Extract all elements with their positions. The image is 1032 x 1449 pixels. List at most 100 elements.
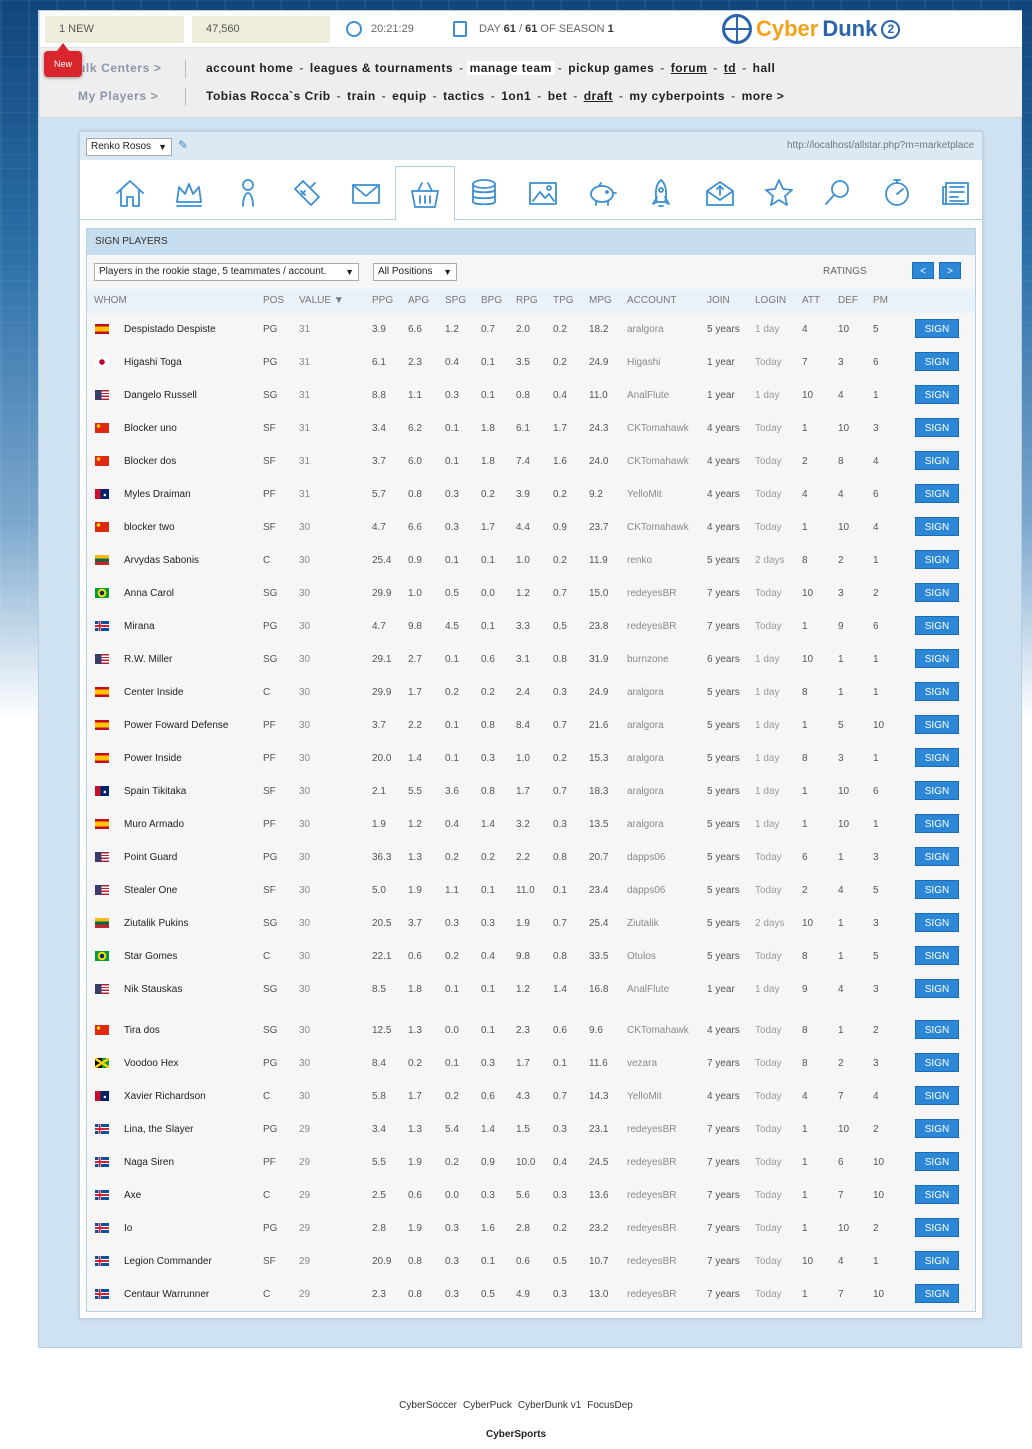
- player-name[interactable]: Higashi Toga: [124, 357, 182, 368]
- rocket-icon[interactable]: [631, 166, 691, 219]
- sign-button[interactable]: SIGN: [915, 583, 959, 602]
- player-name[interactable]: Xavier Richardson: [124, 1091, 206, 1102]
- sign-button[interactable]: SIGN: [915, 484, 959, 503]
- sign-button[interactable]: SIGN: [915, 418, 959, 437]
- player-name[interactable]: Blocker dos: [124, 456, 176, 467]
- col-ppg[interactable]: PPG: [372, 295, 393, 306]
- col-login[interactable]: LOGIN: [755, 295, 786, 306]
- sign-button[interactable]: SIGN: [915, 946, 959, 965]
- footer-link[interactable]: CyberPuck: [460, 1400, 515, 1411]
- search-icon[interactable]: [808, 166, 868, 219]
- col-pm[interactable]: PM: [873, 295, 888, 306]
- mail-icon[interactable]: [336, 166, 396, 219]
- col-pos[interactable]: POS: [263, 295, 284, 306]
- sign-button[interactable]: SIGN: [915, 682, 959, 701]
- sign-button[interactable]: SIGN: [915, 649, 959, 668]
- player-name[interactable]: Io: [124, 1223, 132, 1234]
- col-spg[interactable]: SPG: [445, 295, 466, 306]
- player-name[interactable]: Centaur Warrunner: [124, 1289, 209, 1300]
- image-icon[interactable]: [513, 166, 573, 219]
- database-icon[interactable]: [454, 166, 514, 219]
- next-button[interactable]: >: [939, 262, 961, 279]
- sign-button[interactable]: SIGN: [915, 1218, 959, 1237]
- newspaper-icon[interactable]: [926, 166, 986, 219]
- sign-button[interactable]: SIGN: [915, 913, 959, 932]
- cyberdunk-logo[interactable]: Cyber Dunk 2: [722, 13, 901, 45]
- nav-item-manage-team[interactable]: manage team: [466, 61, 555, 75]
- send-icon[interactable]: [690, 166, 750, 219]
- piggy-bank-icon[interactable]: [572, 166, 632, 219]
- player-name[interactable]: Arvydas Sabonis: [124, 555, 199, 566]
- basket-icon[interactable]: [395, 166, 455, 221]
- player-name[interactable]: Tira dos: [124, 1025, 160, 1036]
- sign-button[interactable]: SIGN: [915, 814, 959, 833]
- nav-item-forum[interactable]: forum: [668, 61, 711, 75]
- col-bpg[interactable]: BPG: [481, 295, 502, 306]
- home-icon[interactable]: [100, 166, 160, 219]
- col-rpg[interactable]: RPG: [516, 295, 538, 306]
- footer-link[interactable]: CyberSoccer: [396, 1400, 460, 1411]
- col-tpg[interactable]: TPG: [553, 295, 574, 306]
- star-icon[interactable]: [749, 166, 809, 219]
- sign-button[interactable]: SIGN: [915, 352, 959, 371]
- col-value[interactable]: VALUE ▼: [299, 295, 344, 306]
- player-name[interactable]: blocker two: [124, 522, 175, 533]
- col-mpg[interactable]: MPG: [589, 295, 612, 306]
- cyberpoints-button[interactable]: 47,560 CYBERPOINTS: [192, 16, 330, 62]
- nav-item-pickup-games[interactable]: pickup games: [565, 61, 657, 75]
- sign-button[interactable]: SIGN: [915, 1185, 959, 1204]
- nav-label-my-players[interactable]: My Players >: [78, 84, 158, 108]
- player-name[interactable]: Power Inside: [124, 753, 182, 764]
- nav-item-account-home[interactable]: account home: [203, 61, 296, 75]
- sign-button[interactable]: SIGN: [915, 451, 959, 470]
- sign-button[interactable]: SIGN: [915, 616, 959, 635]
- sign-button[interactable]: SIGN: [915, 1020, 959, 1039]
- nav-item-hall[interactable]: hall: [750, 61, 779, 75]
- sign-button[interactable]: SIGN: [915, 979, 959, 998]
- player-select[interactable]: Renko Rosos: [86, 138, 172, 156]
- sign-button[interactable]: SIGN: [915, 517, 959, 536]
- player-name[interactable]: Lina, the Slayer: [124, 1124, 194, 1135]
- position-select[interactable]: All Positions: [373, 263, 457, 281]
- sign-button[interactable]: SIGN: [915, 319, 959, 338]
- player-name[interactable]: Center Inside: [124, 687, 183, 698]
- nav-item-my-cyberpoints[interactable]: my cyberpoints: [626, 89, 728, 103]
- player-name[interactable]: Dangelo Russell: [124, 390, 197, 401]
- nav-item-train[interactable]: train: [344, 89, 379, 103]
- tactics-icon[interactable]: [277, 166, 337, 219]
- sign-button[interactable]: SIGN: [915, 1086, 959, 1105]
- nav-item-1on1[interactable]: 1on1: [498, 89, 534, 103]
- sign-button[interactable]: SIGN: [915, 781, 959, 800]
- player-name[interactable]: Blocker uno: [124, 423, 177, 434]
- sign-button[interactable]: SIGN: [915, 550, 959, 569]
- player-name[interactable]: Mirana: [124, 621, 155, 632]
- prev-button[interactable]: <: [912, 262, 934, 279]
- nav-label-centers[interactable]: ulk Centers >: [78, 56, 162, 80]
- sign-button[interactable]: SIGN: [915, 847, 959, 866]
- sign-button[interactable]: SIGN: [915, 1119, 959, 1138]
- nav-item-leagues-tournaments[interactable]: leagues & tournaments: [307, 61, 456, 75]
- col-account[interactable]: ACCOUNT: [627, 295, 676, 306]
- player-name[interactable]: Star Gomes: [124, 951, 177, 962]
- col-att[interactable]: ATT: [802, 295, 820, 306]
- player-name[interactable]: Despistado Despiste: [124, 324, 216, 335]
- col-join[interactable]: JOIN: [707, 295, 730, 306]
- crown-icon[interactable]: [159, 166, 219, 219]
- col-def[interactable]: DEF: [838, 295, 858, 306]
- person-icon[interactable]: [218, 166, 278, 219]
- sign-button[interactable]: SIGN: [915, 715, 959, 734]
- sign-button[interactable]: SIGN: [915, 748, 959, 767]
- player-name[interactable]: Spain Tikitaka: [124, 786, 186, 797]
- player-name[interactable]: Stealer One: [124, 885, 177, 896]
- sign-button[interactable]: SIGN: [915, 1251, 959, 1270]
- sign-button[interactable]: SIGN: [915, 1284, 959, 1303]
- footer-link[interactable]: FocusDep: [584, 1400, 636, 1411]
- nav-item-tactics[interactable]: tactics: [440, 89, 488, 103]
- notification-button[interactable]: 1 NEW NOTIFICATION: [45, 16, 184, 62]
- nav-item-more[interactable]: more >: [739, 89, 788, 103]
- nav-item-draft[interactable]: draft: [581, 89, 616, 103]
- nav-item-bet[interactable]: bet: [545, 89, 571, 103]
- sign-button[interactable]: SIGN: [915, 1053, 959, 1072]
- col-whom[interactable]: WHOM: [94, 295, 127, 306]
- col-apg[interactable]: APG: [408, 295, 429, 306]
